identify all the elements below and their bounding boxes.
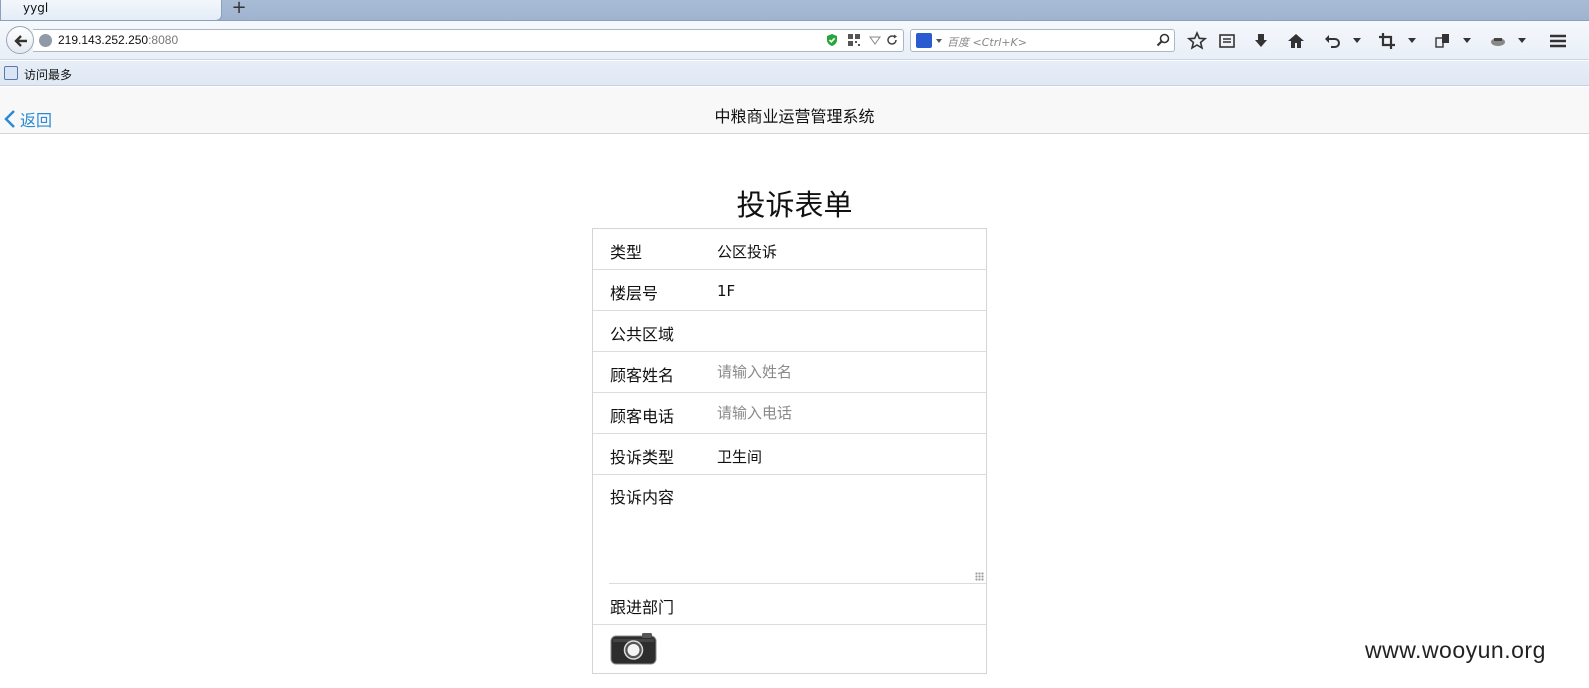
arrow-left-icon <box>14 35 27 47</box>
search-icon[interactable] <box>1156 33 1170 47</box>
watermark: www.wooyun.org <box>1365 637 1546 663</box>
follow-dept-label: 跟进部门 <box>610 598 675 617</box>
extension-dropdown-icon[interactable] <box>1518 38 1526 43</box>
complaint-type-label: 投诉类型 <box>610 448 675 467</box>
navigation-toolbar: 219.143.252.250:8080 百度 <Ctrl+K> <box>0 21 1589 60</box>
globe-icon <box>39 34 52 47</box>
resize-grip-icon[interactable] <box>975 572 984 581</box>
dropdown-icon[interactable] <box>868 33 882 47</box>
type-label: 类型 <box>610 243 643 262</box>
search-bar[interactable]: 百度 <Ctrl+K> <box>910 29 1175 52</box>
bookmarks-bar: 访问最多 <box>0 61 1589 86</box>
row-complaint-content: 投诉内容 <box>609 471 986 584</box>
app-header: 返回 中粮商业运营管理系统 <box>0 87 1589 134</box>
complaint-form: 类型 公区投诉 楼层号 1F 公共区域 顾客姓名 顾客电话 投诉类型 卫生间 投… <box>592 228 987 674</box>
baidu-paw-icon[interactable] <box>916 33 932 48</box>
app-title: 中粮商业运营管理系统 <box>714 107 875 126</box>
tab-title: yygl <box>23 1 49 15</box>
new-tab-button[interactable]: + <box>229 0 249 18</box>
row-floor[interactable]: 楼层号 1F <box>593 270 986 311</box>
shield-icon[interactable] <box>825 33 839 47</box>
camera-icon[interactable] <box>610 632 657 665</box>
floor-select[interactable]: 1F <box>717 282 735 300</box>
undo-dropdown-icon[interactable] <box>1353 38 1361 43</box>
row-complaint-type[interactable]: 投诉类型 卫生间 <box>593 434 986 475</box>
download-icon[interactable] <box>1251 31 1271 51</box>
tab-strip: yygl + <box>0 0 1589 21</box>
customer-phone-input[interactable] <box>713 399 973 427</box>
reload-icon[interactable] <box>885 33 899 47</box>
row-customer-name: 顾客姓名 <box>593 352 986 393</box>
bookmark-most-visited[interactable]: 访问最多 <box>24 66 72 83</box>
customer-name-label: 顾客姓名 <box>610 366 675 385</box>
home-icon[interactable] <box>1286 31 1306 51</box>
row-public-area[interactable]: 公共区域 <box>593 311 986 352</box>
star-icon[interactable] <box>1187 31 1207 51</box>
qr-code-icon[interactable] <box>847 33 861 47</box>
row-type[interactable]: 类型 公区投诉 <box>593 229 986 270</box>
type-select[interactable]: 公区投诉 <box>717 241 777 262</box>
crop-dropdown-icon[interactable] <box>1408 38 1416 43</box>
form-title: 投诉表单 <box>736 188 853 222</box>
crop-icon[interactable] <box>1377 31 1397 51</box>
customer-phone-label: 顾客电话 <box>610 407 675 426</box>
back-button[interactable] <box>6 26 34 54</box>
menu-icon[interactable] <box>1548 31 1568 51</box>
complaint-content-label: 投诉内容 <box>610 488 675 507</box>
engine-dropdown-icon[interactable] <box>936 39 942 43</box>
page-icon[interactable] <box>1433 31 1453 51</box>
browser-tab[interactable]: yygl <box>0 0 222 21</box>
row-follow-dept[interactable]: 跟进部门 <box>593 584 986 625</box>
public-area-label: 公共区域 <box>610 325 675 344</box>
complaint-type-select[interactable]: 卫生间 <box>717 446 762 467</box>
search-input[interactable]: 百度 <Ctrl+K> <box>947 34 1027 50</box>
url-bar[interactable]: 219.143.252.250:8080 <box>33 29 904 52</box>
page-dropdown-icon[interactable] <box>1463 38 1471 43</box>
url-text: 219.143.252.250:8080 <box>58 33 179 47</box>
undo-icon[interactable] <box>1322 31 1342 51</box>
bookmark-folder-icon <box>4 66 18 80</box>
row-customer-phone: 顾客电话 <box>593 393 986 434</box>
extension-icon[interactable] <box>1488 31 1508 51</box>
customer-name-input[interactable] <box>713 358 973 386</box>
floor-label: 楼层号 <box>610 284 659 303</box>
reading-list-icon[interactable] <box>1217 31 1237 51</box>
